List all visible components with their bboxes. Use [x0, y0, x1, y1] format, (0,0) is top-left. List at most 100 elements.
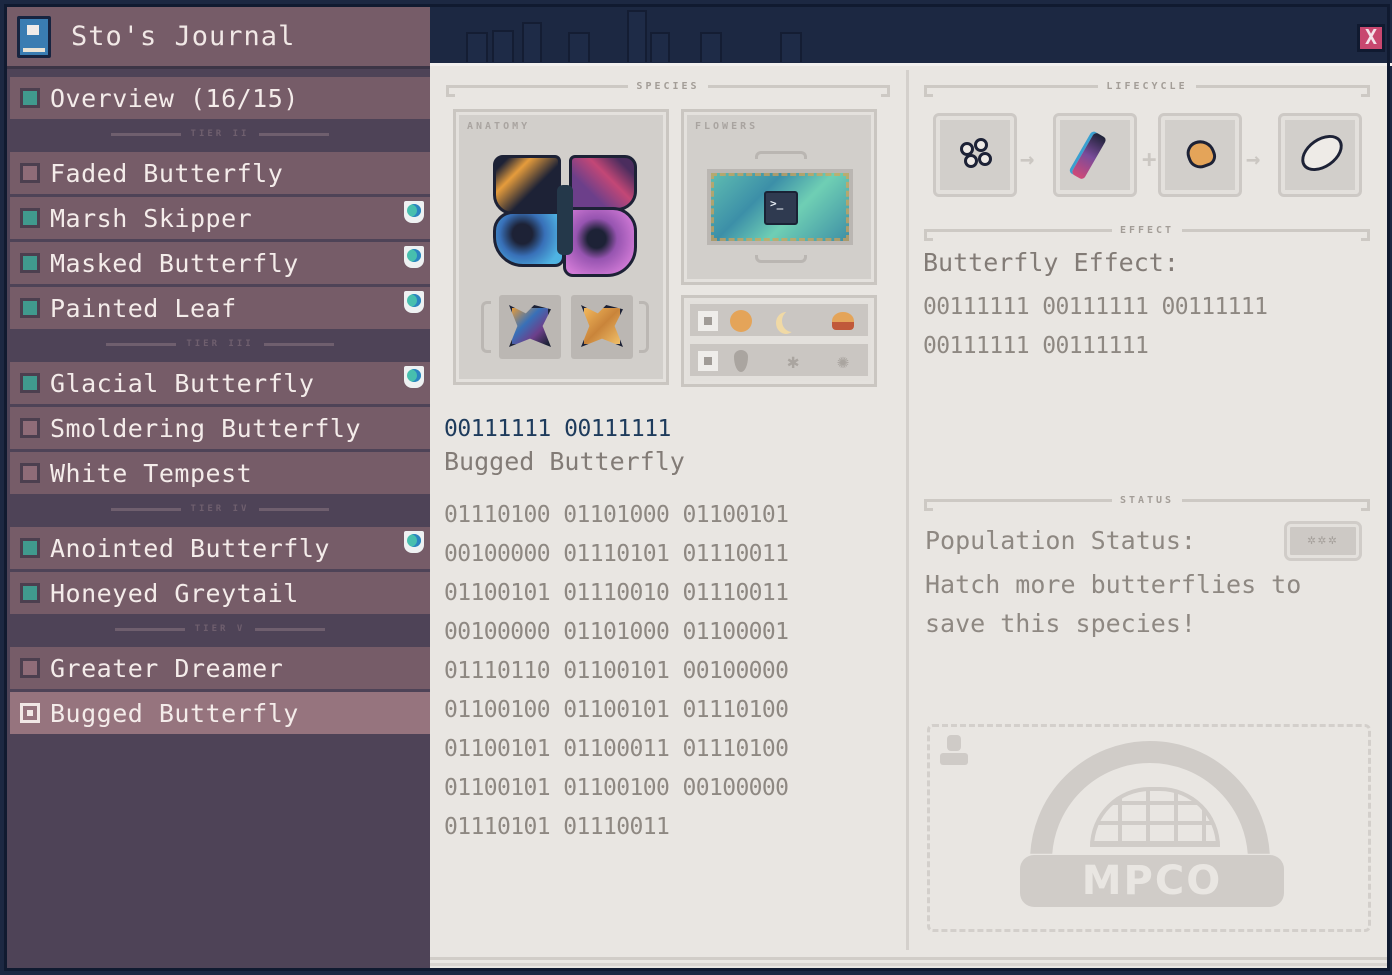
sidebar-item-bugged-butterfly[interactable]: Bugged Butterfly — [10, 692, 430, 734]
tier-label: Tier V — [194, 624, 246, 634]
sidebar-item-label: Greater Dreamer — [50, 653, 284, 683]
species-description: 01110100 01101000 01100101 00100000 0111… — [444, 502, 789, 840]
species-detail-page: Species Anatomy Flowers >_ — [430, 66, 1387, 968]
building-shape — [650, 32, 670, 62]
globe-badge-icon — [404, 531, 424, 553]
discovered-checkbox-icon — [20, 373, 40, 393]
sidebar-item-overview[interactable]: Overview (16/15) — [10, 77, 430, 119]
population-status-badge: ✲✲✲ — [1284, 521, 1362, 561]
wing-upper-right — [569, 155, 637, 211]
sidebar-item-label: White Tempest — [50, 458, 253, 488]
sidebar-item-label: Faded Butterfly — [50, 158, 284, 188]
species-name: Bugged Butterfly — [444, 447, 685, 476]
discovered-checkbox-icon — [20, 583, 40, 603]
variant-thumbnail-gold[interactable] — [571, 295, 633, 359]
sidebar-item-greater-dreamer[interactable]: Greater Dreamer — [10, 647, 430, 689]
undiscovered-checkbox-icon — [20, 163, 40, 183]
cocoon-icon — [1294, 127, 1350, 179]
sidebar-item-label: Painted Leaf — [50, 293, 237, 323]
bracket-decoration — [639, 301, 649, 353]
snowflake-icon: ✱ — [786, 349, 800, 373]
sidebar-item-glacial-butterfly[interactable]: Glacial Butterfly — [10, 362, 430, 404]
building-shape — [492, 30, 514, 62]
sidebar-item-label: Smoldering Butterfly — [50, 413, 362, 443]
species-code: 00111111 00111111 — [444, 416, 671, 442]
divider-line — [259, 132, 330, 136]
divider-line — [924, 498, 1112, 511]
tier-label: Tier III — [186, 339, 254, 349]
selected-indicator-icon — [20, 703, 40, 723]
divider-line — [255, 627, 326, 631]
sidebar-item-painted-leaf[interactable]: Painted Leaf — [10, 287, 430, 329]
tier-divider: Tier IV — [10, 494, 430, 524]
divider-line — [446, 84, 629, 97]
tier-divider: Tier III — [10, 329, 430, 359]
section-label: Lifecycle — [1106, 80, 1188, 92]
lifecycle-stage-cocoon — [1278, 113, 1362, 197]
status-section-header: Status — [924, 492, 1370, 511]
terminal-icon: >_ — [764, 191, 798, 225]
wing-upper-left — [493, 155, 561, 215]
sidebar-item-label: Glacial Butterfly — [50, 368, 315, 398]
panel-label: Anatomy — [467, 121, 531, 132]
lifecycle-arrow: → — [1020, 145, 1035, 173]
weather-conditions-row: ✱ ✺ — [687, 341, 871, 379]
sidebar-item-faded-butterfly[interactable]: Faded Butterfly — [10, 152, 430, 194]
variant-thumbnail-dark[interactable] — [499, 295, 561, 359]
wing-lower-left — [493, 211, 565, 267]
sidebar-item-label: Overview (16/15) — [50, 83, 299, 113]
discovered-checkbox-icon — [20, 208, 40, 228]
c-key-icon — [698, 351, 718, 371]
lifecycle-section-header: Lifecycle — [924, 78, 1371, 97]
divider-line — [924, 228, 1112, 241]
bracket-decoration — [481, 301, 491, 353]
journal-sidebar: Sto's Journal Overview (16/15) Tier II F… — [4, 4, 430, 971]
tier-label: Tier II — [190, 129, 250, 139]
butterfly-body — [557, 185, 573, 255]
sidebar-item-honeyed-greytail[interactable]: Honeyed Greytail — [10, 572, 430, 614]
globe-badge-icon — [404, 291, 424, 313]
divider-line — [110, 132, 181, 136]
building-shape — [700, 32, 722, 62]
tier-divider: Tier V — [10, 614, 430, 644]
sidebar-item-anointed-butterfly[interactable]: Anointed Butterfly — [10, 527, 430, 569]
time-conditions-row — [687, 301, 871, 339]
eggs-icon — [960, 138, 994, 172]
flowers-panel: Flowers >_ — [681, 109, 877, 285]
divider-line — [1182, 498, 1370, 511]
close-button[interactable]: X — [1357, 24, 1385, 52]
orange-sun-icon — [730, 310, 752, 332]
wing-lower-right — [563, 207, 637, 277]
population-status-message: Hatch more butterflies to save this spec… — [925, 570, 1302, 638]
journal-title: Sto's Journal — [71, 21, 296, 52]
sidebar-item-smoldering-butterfly[interactable]: Smoldering Butterfly — [10, 407, 430, 449]
lifecycle-plus: + — [1142, 145, 1157, 173]
divider-line — [924, 84, 1099, 97]
section-label: Effect — [1119, 224, 1175, 236]
sunset-icon — [832, 312, 854, 330]
sidebar-item-masked-butterfly[interactable]: Masked Butterfly — [10, 242, 430, 284]
divider-line — [1195, 84, 1371, 97]
crescent-moon-icon — [782, 310, 802, 332]
caterpillar-icon — [1070, 131, 1108, 181]
lifecycle-stage-caterpillar — [1053, 113, 1137, 197]
journal-book-icon — [17, 15, 51, 58]
undiscovered-checkbox-icon — [20, 658, 40, 678]
tier-label: Tier IV — [190, 504, 250, 514]
butterfly-variant-icon — [509, 305, 551, 347]
panel-label: Flowers — [695, 121, 759, 132]
effect-title: Butterfly Effect: — [923, 248, 1179, 277]
sidebar-item-white-tempest[interactable]: White Tempest — [10, 452, 430, 494]
lifecycle-arrow: → — [1246, 145, 1261, 173]
bottom-rule — [430, 963, 1387, 966]
sun-burst-icon: ✺ — [836, 349, 850, 373]
sidebar-item-marsh-skipper[interactable]: Marsh Skipper — [10, 197, 430, 239]
seed-icon — [1183, 136, 1219, 172]
raindrop-icon — [734, 350, 748, 372]
column-divider — [906, 70, 909, 950]
stamp-area: MPCO — [927, 724, 1371, 932]
square-key-icon — [698, 311, 718, 331]
building-shape — [522, 22, 542, 62]
mpco-logo-text: MPCO — [1020, 855, 1284, 907]
divider-line — [1182, 228, 1370, 241]
